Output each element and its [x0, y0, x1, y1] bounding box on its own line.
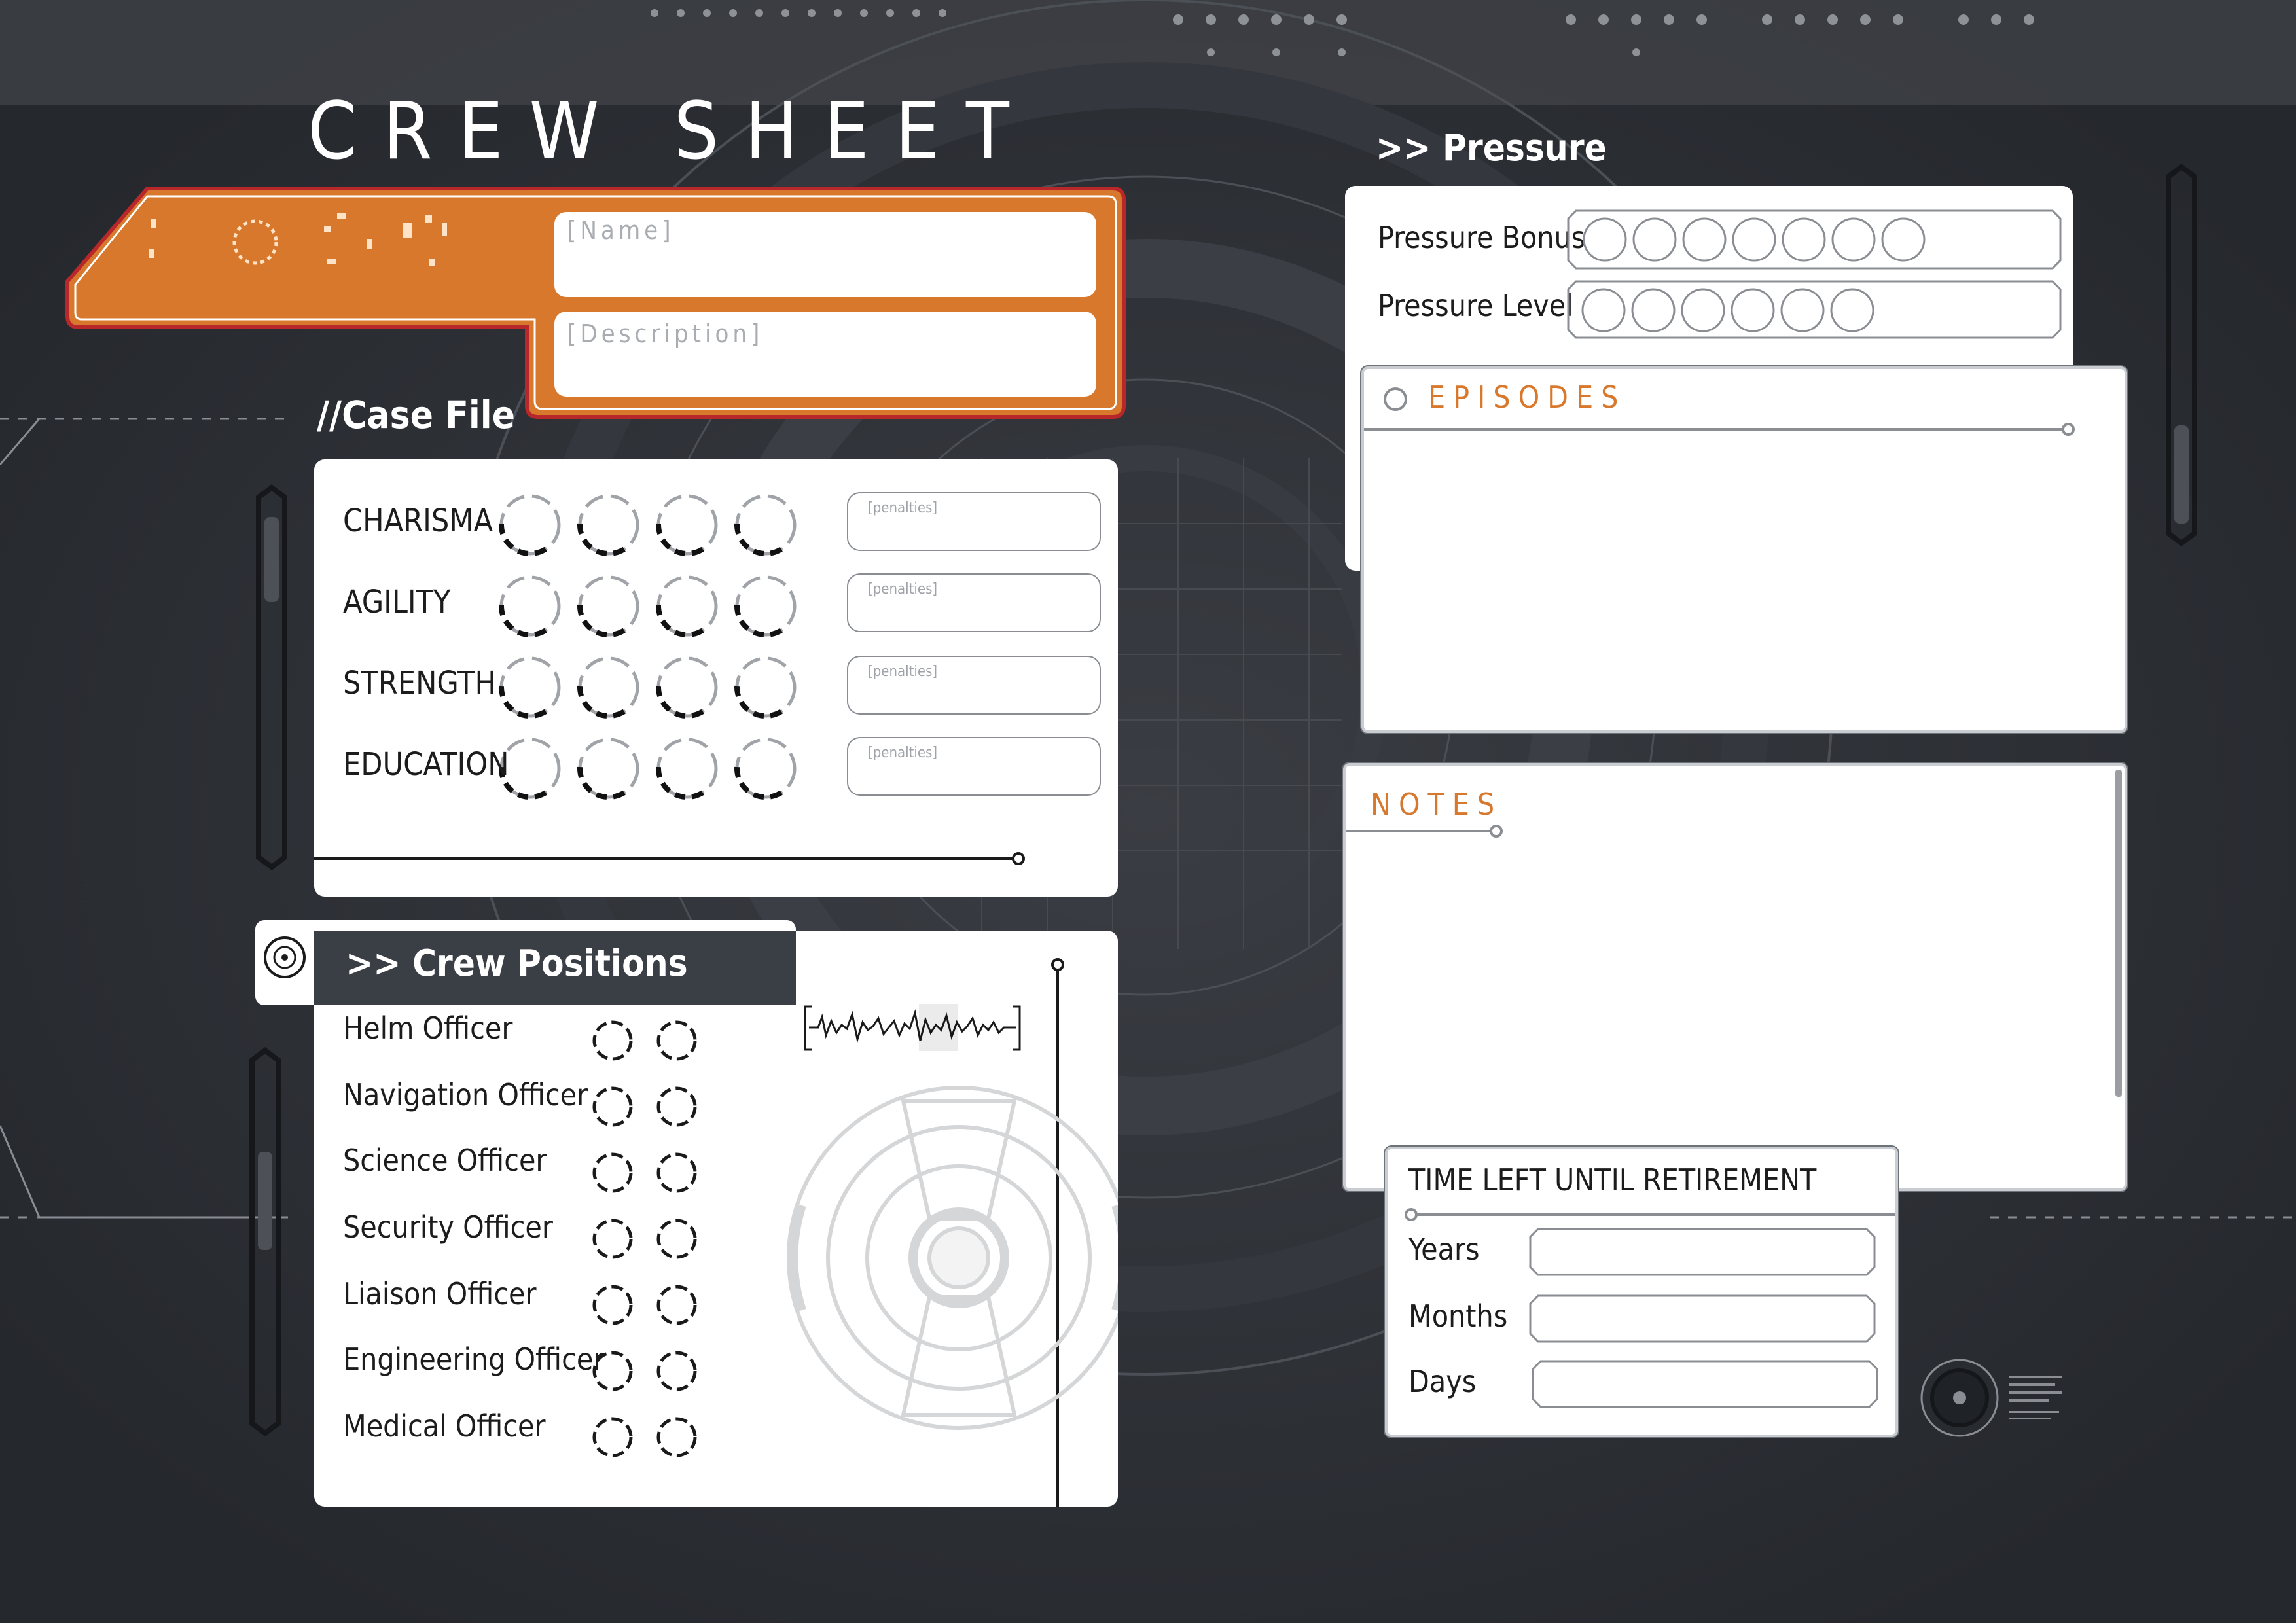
pressure-bonus-box[interactable]: [1583, 217, 1627, 262]
pressure-level-label: Pressure Level: [1378, 288, 1573, 323]
retirement-panel: TIME LEFT UNTIL RETIREMENT Years Months …: [1385, 1147, 1898, 1437]
pressure-bonus-label: Pressure Bonus: [1378, 220, 1586, 255]
position-checkbox[interactable]: [592, 1219, 633, 1259]
target-icon: [264, 936, 306, 978]
position-checkbox[interactable]: [592, 1285, 633, 1325]
pressure-level-box[interactable]: [1780, 288, 1825, 332]
attribute-dial[interactable]: [569, 486, 648, 564]
hud-ring-icon: [1920, 1359, 2062, 1437]
penalty-field-charisma[interactable]: [penalties]: [847, 492, 1101, 551]
days-input[interactable]: [1535, 1364, 1876, 1407]
pressure-level-box[interactable]: [1581, 288, 1626, 332]
waveform-icon: [804, 1004, 1021, 1051]
attribute-dial[interactable]: [648, 729, 726, 808]
attribute-dial[interactable]: [491, 486, 569, 564]
months-input[interactable]: [1533, 1298, 1873, 1342]
attr-label-strength: STRENGTH: [343, 665, 496, 702]
position-label-navigation: Navigation Officer: [343, 1077, 588, 1113]
years-label: Years: [1408, 1232, 1480, 1267]
pressure-bonus-box[interactable]: [1831, 217, 1876, 262]
attribute-dial[interactable]: [726, 729, 805, 808]
position-checkbox[interactable]: [656, 1219, 697, 1259]
position-checkbox[interactable]: [592, 1417, 633, 1457]
pressure-level-box[interactable]: [1830, 288, 1874, 332]
position-checkbox[interactable]: [592, 1152, 633, 1193]
pressure-level-box[interactable]: [1681, 288, 1725, 332]
hud-dial-icon: [787, 1086, 1118, 1430]
attribute-dial[interactable]: [569, 567, 648, 645]
pressure-level-box[interactable]: [1731, 288, 1775, 332]
attribute-dial[interactable]: [569, 648, 648, 726]
name-field[interactable]: [Name]: [554, 212, 1096, 297]
pressure-bonus-box[interactable]: [1632, 217, 1677, 262]
attribute-dial[interactable]: [648, 648, 726, 726]
pressure-trackers: [1567, 209, 2062, 339]
position-checkbox[interactable]: [592, 1020, 633, 1061]
penalty-placeholder: [penalties]: [868, 745, 938, 761]
pressure-heading: >> Pressure: [1376, 127, 1607, 169]
position-checkbox[interactable]: [656, 1020, 697, 1061]
attribute-dial[interactable]: [491, 648, 569, 726]
attribute-dial[interactable]: [726, 567, 805, 645]
description-field[interactable]: [Description]: [554, 312, 1096, 397]
penalty-placeholder: [penalties]: [868, 581, 938, 597]
episodes-heading: EPISODES: [1428, 380, 1626, 415]
crew-positions-panel: Helm Officer Navigation Officer Science …: [314, 931, 1118, 1507]
pressure-level-box[interactable]: [1631, 288, 1676, 332]
notes-heading: NOTES: [1371, 787, 1503, 822]
attribute-dial[interactable]: [726, 486, 805, 564]
position-label-science: Science Officer: [343, 1143, 547, 1178]
episodes-panel[interactable]: EPISODES: [1361, 366, 2127, 733]
penalty-field-agility[interactable]: [penalties]: [847, 573, 1101, 632]
pressure-bonus-box[interactable]: [1782, 217, 1826, 262]
position-checkbox[interactable]: [656, 1086, 697, 1127]
months-label: Months: [1408, 1298, 1508, 1334]
pressure-bonus-box[interactable]: [1881, 217, 1926, 262]
name-placeholder: [Name]: [567, 216, 675, 245]
penalty-placeholder: [penalties]: [868, 500, 938, 516]
case-file-heading: //Case File: [317, 393, 516, 437]
years-input[interactable]: [1533, 1232, 1873, 1275]
attribute-dial[interactable]: [648, 567, 726, 645]
page-title: CREW SHEET: [308, 86, 1035, 177]
position-checkbox[interactable]: [656, 1285, 697, 1325]
attr-label-agility: AGILITY: [343, 584, 451, 620]
position-checkbox[interactable]: [656, 1417, 697, 1457]
position-checkbox[interactable]: [656, 1152, 697, 1193]
position-label-security: Security Officer: [343, 1209, 553, 1245]
attribute-dial[interactable]: [569, 729, 648, 808]
notes-panel[interactable]: NOTES: [1343, 763, 2127, 1191]
position-label-engineering: Engineering Officer: [343, 1342, 605, 1377]
attribute-dial[interactable]: [491, 567, 569, 645]
case-file-panel: CHARISMA AGILITY STRENGTH EDUCATION [pen…: [314, 459, 1118, 897]
attribute-dial[interactable]: [648, 486, 726, 564]
position-checkbox[interactable]: [656, 1351, 697, 1391]
description-placeholder: [Description]: [567, 319, 764, 348]
position-label-liaison: Liaison Officer: [343, 1276, 537, 1311]
penalty-field-education[interactable]: [penalties]: [847, 737, 1101, 796]
penalty-placeholder: [penalties]: [868, 664, 938, 680]
notes-scrollbar[interactable]: [2115, 770, 2122, 1097]
attr-label-education: EDUCATION: [343, 746, 509, 783]
attribute-dial[interactable]: [726, 648, 805, 726]
pressure-bonus-box[interactable]: [1732, 217, 1776, 262]
crew-positions-heading: >> Crew Positions: [346, 942, 688, 985]
position-label-medical: Medical Officer: [343, 1408, 546, 1444]
days-label: Days: [1408, 1364, 1477, 1399]
attr-label-charisma: CHARISMA: [343, 503, 493, 539]
position-label-helm: Helm Officer: [343, 1010, 513, 1046]
penalty-field-strength[interactable]: [penalties]: [847, 656, 1101, 715]
retirement-header-decor: [1405, 1208, 1895, 1221]
position-checkbox[interactable]: [592, 1086, 633, 1127]
pressure-bonus-box[interactable]: [1682, 217, 1727, 262]
